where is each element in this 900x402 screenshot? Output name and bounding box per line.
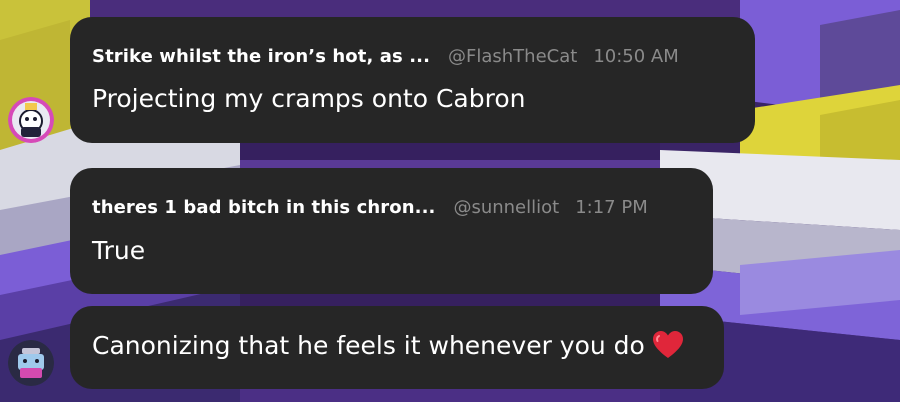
message-text: Projecting my cramps onto Cabron bbox=[92, 84, 526, 113]
message-timestamp: 10:50 AM bbox=[593, 46, 679, 67]
message-timestamp: 1:17 PM bbox=[575, 197, 648, 218]
author-name[interactable]: theres 1 bad bitch in this chron... bbox=[92, 197, 435, 218]
flashthecat-avatar-icon bbox=[8, 97, 54, 143]
heart-emoji-icon bbox=[652, 331, 683, 367]
message-bubble[interactable]: Canonizing that he feels it whenever you… bbox=[70, 306, 724, 389]
message-line: Canonizing that he feels it whenever you… bbox=[92, 330, 683, 367]
message-text: True bbox=[92, 236, 146, 265]
message-text: Canonizing that he feels it whenever you… bbox=[92, 331, 645, 360]
sunnelliot-avatar-icon bbox=[8, 340, 54, 386]
message-bubble[interactable]: Strike whilst the iron’s hot, as ... @Fla… bbox=[70, 17, 755, 143]
message-header: Strike whilst the iron’s hot, as ... @Fla… bbox=[92, 45, 679, 69]
message-bubble[interactable]: theres 1 bad bitch in this chron... @sunn… bbox=[70, 168, 713, 294]
author-handle[interactable]: @sunnelliot bbox=[453, 197, 559, 218]
author-handle[interactable]: @FlashTheCat bbox=[448, 46, 577, 67]
avatar-sunnelliot[interactable] bbox=[8, 340, 54, 386]
author-name[interactable]: Strike whilst the iron’s hot, as ... bbox=[92, 46, 430, 67]
avatar-flashthecat[interactable] bbox=[8, 97, 54, 143]
message-header: theres 1 bad bitch in this chron... @sunn… bbox=[92, 196, 648, 220]
